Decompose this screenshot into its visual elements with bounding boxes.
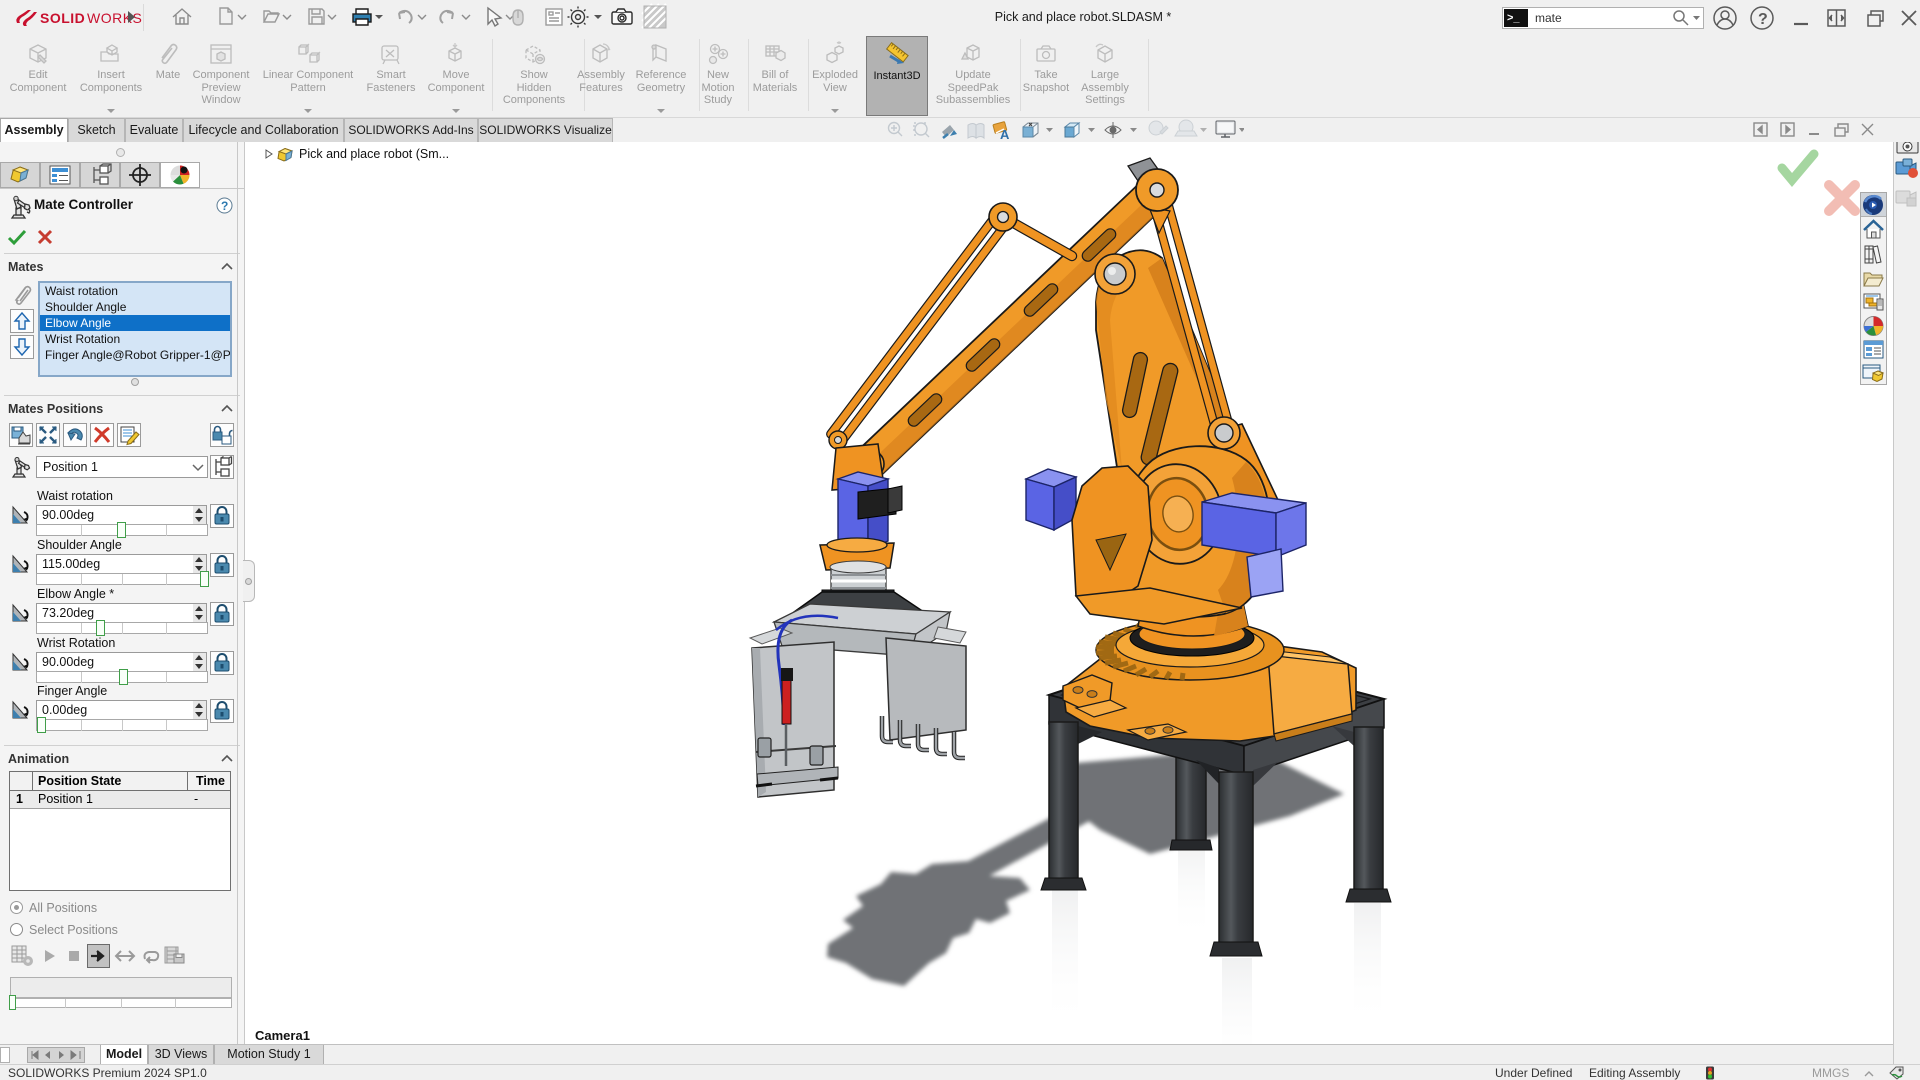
svg-text:SOLID: SOLID <box>40 10 85 26</box>
svg-text:?: ? <box>221 199 228 213</box>
svg-text:A: A <box>1000 127 1010 142</box>
svg-text:?: ? <box>1758 11 1768 28</box>
